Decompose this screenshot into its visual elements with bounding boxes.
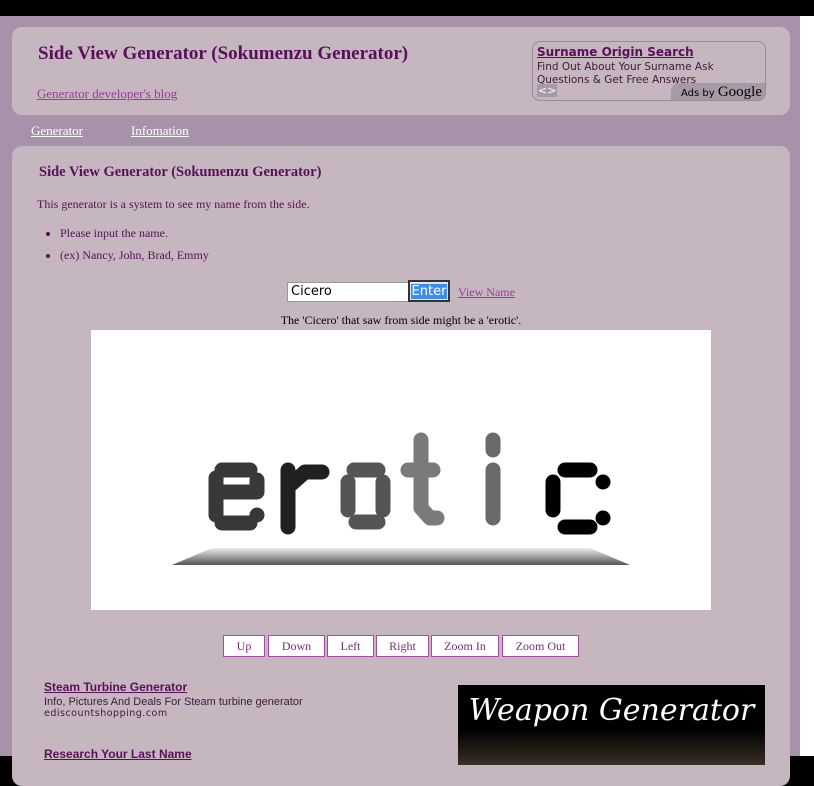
- up-button[interactable]: Up: [223, 635, 265, 657]
- letter-c: [545, 462, 611, 535]
- menu-generator[interactable]: Generator: [31, 123, 83, 139]
- platform: [172, 548, 630, 565]
- main-heading: Side View Generator (Sokumenzu Generator…: [39, 164, 322, 180]
- enter-label: Enter: [410, 284, 448, 299]
- ad-nav-arrows-icon[interactable]: <>: [537, 84, 558, 97]
- zoom-in-button[interactable]: Zoom In: [431, 635, 499, 657]
- instructions: Please input the name. (ex) Nancy, John,…: [37, 222, 209, 266]
- ad-url[interactable]: ediscountshopping.com: [44, 708, 303, 719]
- letter-e: [208, 462, 265, 531]
- down-button[interactable]: Down: [268, 635, 325, 657]
- name-input[interactable]: Cicero: [287, 282, 409, 302]
- header: Side View Generator (Sokumenzu Generator…: [12, 27, 790, 115]
- ads-by-google[interactable]: Ads by Google: [670, 83, 765, 100]
- ad-link[interactable]: Research Your Last Name: [44, 747, 192, 761]
- blog-link[interactable]: Generator developer's blog: [37, 86, 177, 102]
- ads-by-label: Ads by: [680, 88, 715, 99]
- ad-title-link[interactable]: Surname Origin Search: [537, 45, 694, 59]
- letter-r: [280, 462, 330, 535]
- weapon-generator-banner[interactable]: Weapon Generator: [458, 685, 765, 765]
- left-button[interactable]: Left: [327, 635, 374, 657]
- letter-o: [340, 462, 391, 530]
- ad-box: Surname Origin Search Find Out About You…: [532, 41, 766, 101]
- menu-infomation[interactable]: Infomation: [131, 123, 189, 139]
- ad-description: Info, Pictures And Deals For Steam turbi…: [44, 696, 303, 708]
- site-title: Side View Generator (Sokumenzu Generator…: [38, 43, 409, 64]
- result-text: The 'Cicero' that saw from side might be…: [280, 313, 522, 327]
- instruction-item: (ex) Nancy, John, Brad, Emmy: [60, 244, 209, 266]
- intro-text: This generator is a system to see my nam…: [37, 197, 310, 211]
- view-name-link[interactable]: View Name: [458, 285, 515, 300]
- main-content: Side View Generator (Sokumenzu Generator…: [12, 146, 790, 786]
- scrollbar[interactable]: [800, 16, 814, 756]
- letter-t: [400, 432, 445, 526]
- right-button[interactable]: Right: [376, 635, 429, 657]
- ad-link[interactable]: Steam Turbine Generator: [44, 680, 187, 694]
- instruction-item: Please input the name.: [60, 222, 209, 244]
- text-ads: Steam Turbine Generator Info, Pictures A…: [44, 678, 303, 763]
- side-view-canvas: [91, 330, 711, 610]
- page: Side View Generator (Sokumenzu Generator…: [0, 16, 800, 786]
- zoom-out-button[interactable]: Zoom Out: [502, 635, 579, 657]
- google-logo: Google: [717, 84, 762, 100]
- enter-button[interactable]: Enter: [408, 280, 450, 302]
- side-view-image: [172, 432, 630, 565]
